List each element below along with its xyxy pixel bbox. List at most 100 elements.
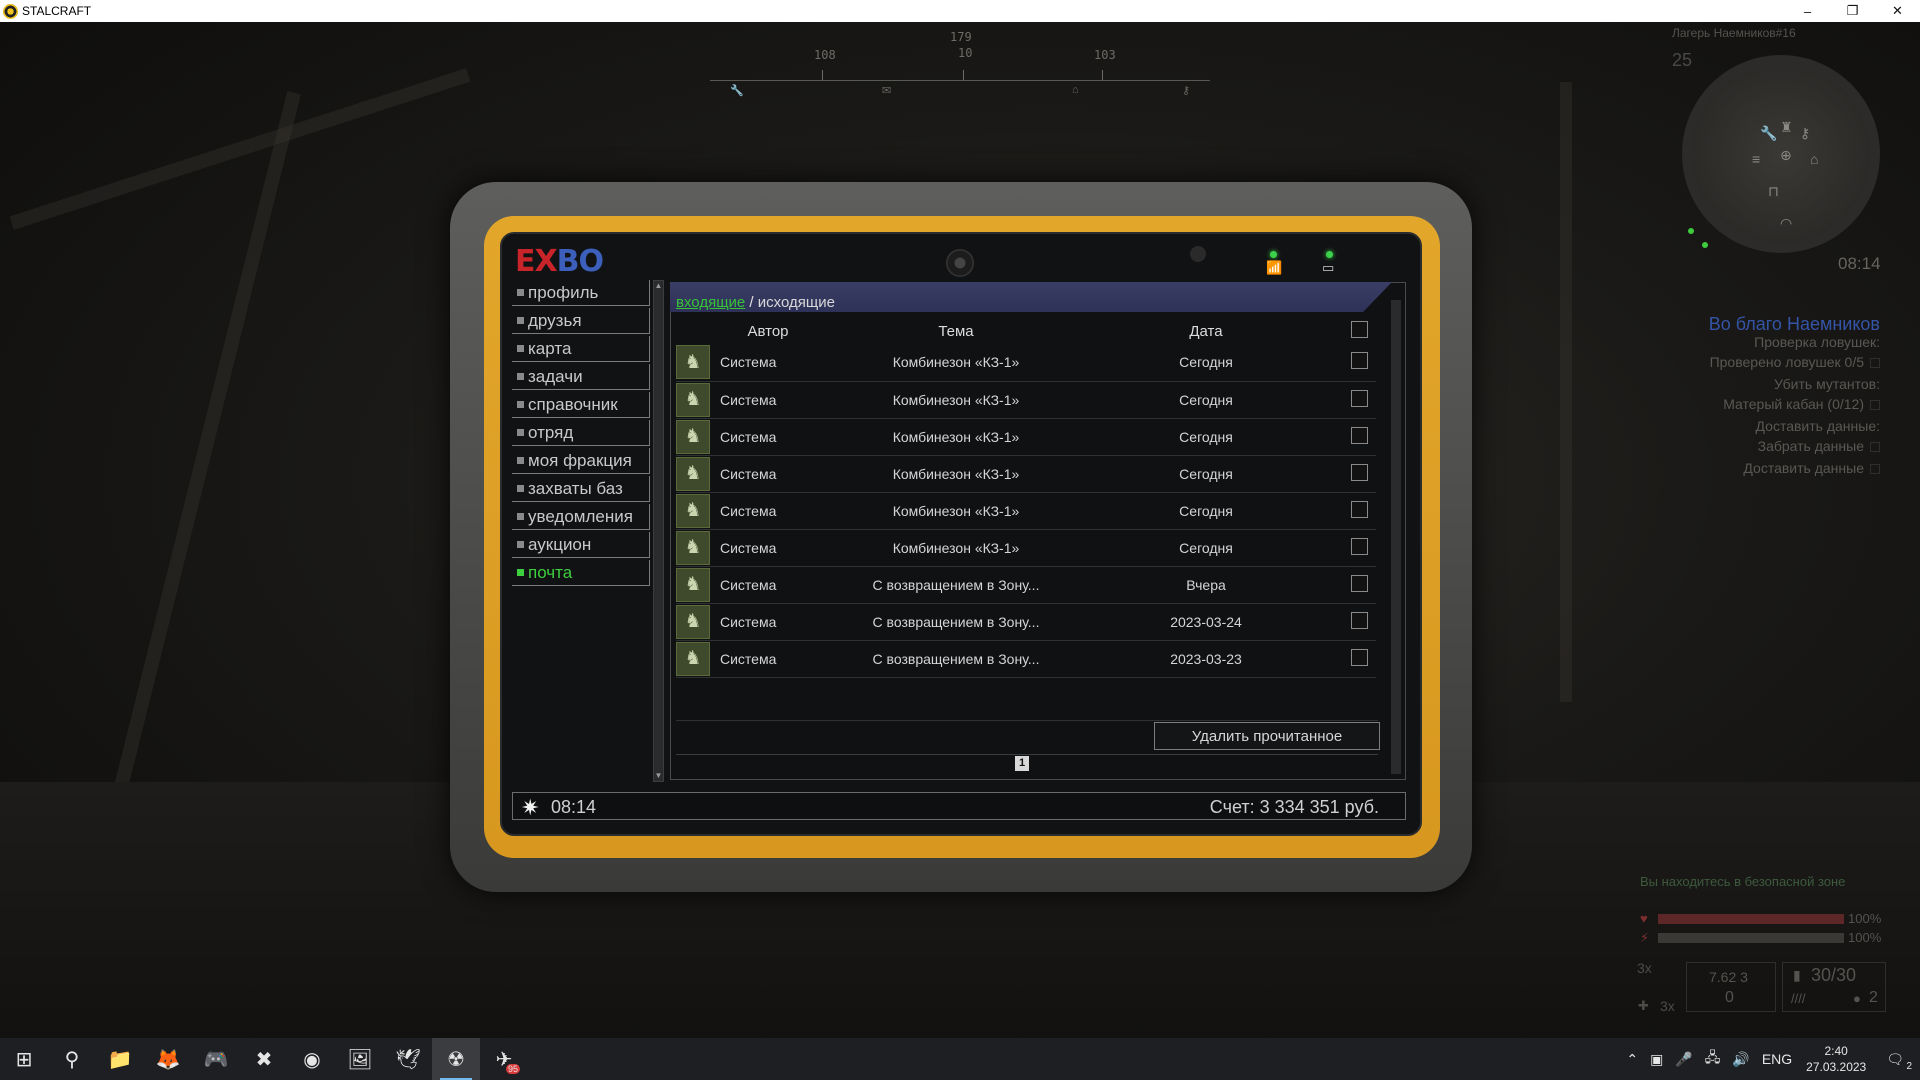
firefox-icon[interactable]: 🦊 — [144, 1038, 192, 1080]
close-button[interactable]: ✕ — [1875, 0, 1920, 22]
quest-checkbox-icon — [1870, 464, 1880, 475]
quest-line: Доставить данные: — [1756, 418, 1880, 434]
health-icon: ♥ — [1640, 911, 1648, 926]
delete-read-button[interactable]: Удалить прочитанное — [1154, 722, 1380, 750]
camera-icon — [946, 249, 974, 277]
sidebar-item-0[interactable]: профиль — [512, 280, 650, 306]
mail-scrollbar[interactable] — [1391, 300, 1401, 774]
sensor-icon — [1190, 246, 1206, 262]
notification-center-icon[interactable]: 🗨 2 — [1886, 1051, 1912, 1072]
crosshair-icon: ⊕ — [1780, 147, 1792, 163]
compass-heading: 179 — [950, 30, 972, 44]
mail-author: Система — [716, 344, 816, 382]
system-sender-icon: ♞ — [676, 382, 710, 417]
quest-line-text: Забрать данные — [1757, 438, 1864, 454]
search-icon[interactable]: ⚲ — [48, 1038, 96, 1080]
header-subject[interactable]: Тема — [816, 318, 1096, 344]
mail-subject: С возвращением в Зону... — [816, 640, 1096, 678]
sidebar-item-10[interactable]: почта — [512, 560, 650, 586]
mail-select-checkbox[interactable] — [1351, 537, 1368, 555]
stalcraft-icon[interactable]: ☢ — [432, 1038, 480, 1080]
file-explorer-icon[interactable]: 📁 — [96, 1038, 144, 1080]
player-marker-icon — [1688, 228, 1694, 234]
taskbar-glyph: ◉ — [303, 1048, 321, 1071]
maximize-button[interactable]: ❐ — [1830, 0, 1875, 22]
tab-inbox[interactable]: входящие — [676, 294, 745, 311]
mail-row[interactable]: ♞ Система С возвращением в Зону... 2023-03-… — [676, 640, 1376, 678]
language-indicator[interactable]: ENG — [1762, 1051, 1792, 1067]
sidebar-item-8[interactable]: уведомления — [512, 504, 650, 530]
mail-date: Сегодня — [1096, 529, 1316, 567]
mail-row[interactable]: ♞ Система Комбинезон «КЗ-1» Сегодня — [676, 344, 1376, 382]
windows-start-icon[interactable]: ⊞ — [0, 1038, 48, 1080]
meet-now-icon[interactable]: ▣ — [1650, 1051, 1663, 1068]
mail-row[interactable]: ♞ Система Комбинезон «КЗ-1» Сегодня — [676, 455, 1376, 493]
sidebar-item-5[interactable]: отряд — [512, 420, 650, 446]
sun-icon: ✷ — [521, 795, 540, 820]
mail-select-checkbox[interactable] — [1351, 352, 1368, 370]
app-x-icon[interactable]: ✖ — [240, 1038, 288, 1080]
discord-icon[interactable]: 🎮 — [192, 1038, 240, 1080]
mail-select-checkbox[interactable] — [1351, 389, 1368, 407]
sidebar-item-9[interactable]: аукцион — [512, 532, 650, 558]
sidebar-item-4[interactable]: справочник — [512, 392, 650, 418]
paint-icon[interactable]: 🖼 — [336, 1038, 384, 1080]
building-marker-icon: ⌂ — [1072, 84, 1079, 96]
scope-zoom-top: 3x — [1637, 960, 1652, 976]
header-date[interactable]: Дата — [1096, 318, 1316, 344]
sidebar-item-2[interactable]: карта — [512, 336, 650, 362]
select-all-checkbox[interactable] — [1351, 320, 1368, 338]
sidebar-item-6[interactable]: моя фракция — [512, 448, 650, 474]
chevron-up-icon[interactable]: ⌃ — [1626, 1051, 1638, 1068]
mail-author: Система — [716, 640, 816, 678]
quest-line-text: Доставить данные — [1743, 460, 1864, 476]
scene-beam — [113, 91, 301, 793]
scene-beam — [9, 68, 471, 230]
header-author[interactable]: Автор — [716, 318, 816, 344]
minimap-level: 25 — [1672, 50, 1693, 70]
mail-row[interactable]: ♞ Система Комбинезон «КЗ-1» Сегодня — [676, 492, 1376, 530]
sidebar-scrollbar[interactable]: ▲ ▼ — [653, 280, 664, 782]
wrench-icon: 🔧 — [1760, 125, 1778, 141]
sidebar-item-label: справочник — [528, 394, 618, 414]
volume-icon[interactable]: 🔊 — [1732, 1051, 1749, 1068]
sidebar-item-3[interactable]: задачи — [512, 364, 650, 390]
stamina-bar-fill — [1658, 933, 1844, 943]
mail-select-checkbox[interactable] — [1351, 611, 1368, 629]
network-icon[interactable]: 🖧 — [1705, 1047, 1721, 1071]
scene-beam — [1560, 82, 1572, 702]
quest-line: Проверено ловушек 0/5 — [1710, 354, 1880, 370]
scroll-down-icon[interactable]: ▼ — [654, 771, 663, 781]
telegram-icon[interactable]: ✈ 95 — [480, 1038, 528, 1080]
stamina-percent: 100% — [1848, 930, 1882, 945]
taskbar-glyph: ✖ — [255, 1048, 273, 1071]
mail-select-checkbox[interactable] — [1351, 426, 1368, 444]
mail-row[interactable]: ♞ Система Комбинезон «КЗ-1» Сегодня — [676, 529, 1376, 567]
mail-select-checkbox[interactable] — [1351, 500, 1368, 518]
mail-row[interactable]: ♞ Система С возвращением в Зону... 2023-03-… — [676, 603, 1376, 641]
quest-line-text: Проверка ловушек: — [1754, 334, 1880, 350]
spotify-icon[interactable]: ◉ — [288, 1038, 336, 1080]
tab-outbox[interactable]: исходящие — [758, 294, 835, 311]
page-number-button[interactable]: 1 — [1015, 756, 1029, 771]
mail-row[interactable]: ♞ Система С возвращением в Зону... Вчера — [676, 566, 1376, 604]
sidebar-item-7[interactable]: захваты баз — [512, 476, 650, 502]
compass-tick — [1102, 70, 1103, 80]
microphone-icon[interactable]: 🎤 — [1675, 1051, 1692, 1068]
taskbar-clock[interactable]: 2:40 27.03.2023 — [1806, 1043, 1866, 1075]
scroll-up-icon[interactable]: ▲ — [654, 281, 663, 291]
mail-select-checkbox[interactable] — [1351, 463, 1368, 481]
mail-select-checkbox[interactable] — [1351, 648, 1368, 666]
mail-row[interactable]: ♞ Система Комбинезон «КЗ-1» Сегодня — [676, 381, 1376, 419]
app-bird-icon[interactable]: 🕊 — [384, 1038, 432, 1080]
sidebar-item-1[interactable]: друзья — [512, 308, 650, 334]
bullet-square-icon — [517, 569, 524, 576]
mail-row[interactable]: ♞ Система Комбинезон «КЗ-1» Сегодня — [676, 418, 1376, 456]
compass-label-right: 103 — [1094, 48, 1116, 62]
system-sender-icon: ♞ — [676, 419, 710, 454]
minimize-button[interactable]: – — [1785, 0, 1830, 22]
mail-select-checkbox[interactable] — [1351, 574, 1368, 592]
plus-icon: ✚ — [1638, 998, 1649, 1013]
quest-title: Во благо Наемников — [1708, 314, 1880, 334]
mail-author: Система — [716, 566, 816, 604]
